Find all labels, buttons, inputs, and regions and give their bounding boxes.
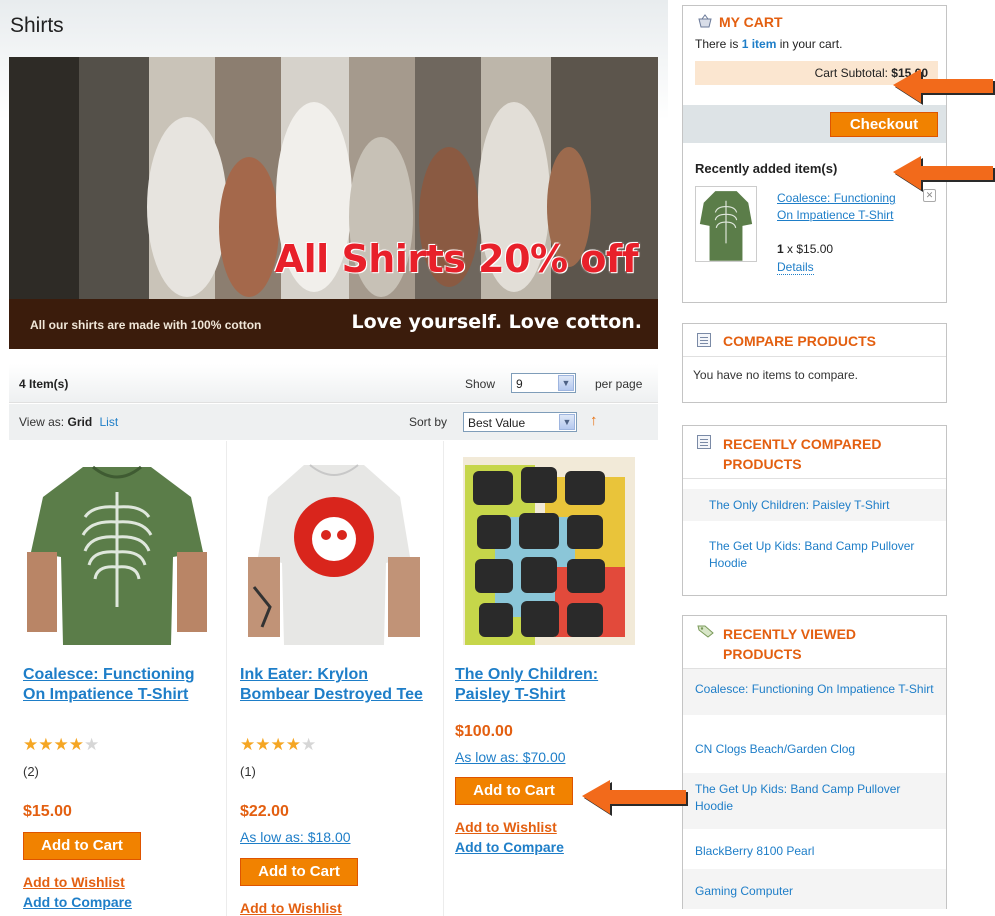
product-name-link[interactable]: Coalesce: Functioning On Impatience T-Sh… <box>23 665 203 705</box>
view-mode: View as: Grid List <box>19 415 118 429</box>
rating-stars: ★★★★★ <box>240 735 316 755</box>
recently-viewed-header: RECENTLY VIEWED PRODUCTS <box>683 616 946 669</box>
star-empty-icon: ★ <box>300 735 317 754</box>
product-image[interactable] <box>23 457 211 645</box>
as-low-as-link[interactable]: As low as: $18.00 <box>240 829 351 845</box>
sort-value: Best Value <box>468 416 526 430</box>
recently-compared-title: RECENTLY COMPARED PRODUCTS <box>723 436 882 472</box>
view-list-link[interactable]: List <box>100 415 119 429</box>
main-column: Shirts All Shirts 20% off All our shirts… <box>0 0 668 916</box>
add-to-wishlist-link[interactable]: Add to Wishlist <box>240 900 342 916</box>
recently-compared-header: RECENTLY COMPARED PRODUCTS <box>683 426 946 479</box>
compare-products-header: COMPARE PRODUCTS <box>683 324 946 357</box>
recently-viewed-link[interactable]: Coalesce: Functioning On Impatience T-Sh… <box>695 682 934 696</box>
star-icon: ★★★★ <box>240 735 301 754</box>
recently-viewed-link[interactable]: CN Clogs Beach/Garden Clog <box>695 742 855 756</box>
cart-subtotal-label: Cart Subtotal: <box>814 66 888 80</box>
list-item: The Get Up Kids: Band Camp Pullover Hood… <box>683 773 946 829</box>
recent-item-qty-value: 1 <box>777 242 784 256</box>
cart-actions: Checkout <box>683 105 946 143</box>
checkout-button[interactable]: Checkout <box>830 112 938 137</box>
sort-select[interactable]: Best Value ▼ <box>463 412 577 432</box>
add-to-compare-link[interactable]: Add to Compare <box>23 894 132 910</box>
recently-viewed-link[interactable]: BlackBerry 8100 Pearl <box>695 844 814 858</box>
product-image[interactable] <box>455 457 643 645</box>
tag-icon <box>697 625 714 638</box>
review-count-link[interactable]: (1) <box>240 764 256 779</box>
product-name-link[interactable]: Ink Eater: Krylon Bombear Destroyed Tee <box>240 665 425 705</box>
list-item: Coalesce: Functioning On Impatience T-Sh… <box>683 669 946 715</box>
review-count-link[interactable]: (2) <box>23 764 39 779</box>
as-low-as-link[interactable]: As low as: $70.00 <box>455 749 566 765</box>
recently-viewed-block: RECENTLY VIEWED PRODUCTS Coalesce: Funct… <box>682 615 947 909</box>
view-as-label: View as: <box>19 415 65 429</box>
item-count: 4 Item(s) <box>19 377 69 391</box>
recently-compared-link[interactable]: The Get Up Kids: Band Camp Pullover Hood… <box>709 539 914 570</box>
recent-item-qty: 1 x $15.00 <box>777 242 833 256</box>
mini-cart-summary: There is 1 item in your cart. <box>695 37 842 51</box>
recent-item-qty-price: x $15.00 <box>787 242 834 256</box>
add-to-wishlist-link[interactable]: Add to Wishlist <box>455 819 557 835</box>
toolbar-pager: 4 Item(s) Show 9 ▼ per page <box>9 364 658 403</box>
add-to-cart-button[interactable]: Add to Cart <box>240 858 358 886</box>
per-page-label: per page <box>595 377 643 391</box>
star-icon: ★★★★ <box>23 735 84 754</box>
compare-products-block: COMPARE PRODUCTS You have no items to co… <box>682 323 947 403</box>
recent-item-thumbnail[interactable] <box>695 186 757 262</box>
toolbar-sorter: View as: Grid List Sort by Best Value ▼ … <box>9 404 658 440</box>
list-item: The Only Children: Paisley T-Shirt <box>683 489 946 521</box>
per-page-value: 9 <box>516 377 523 391</box>
annotation-arrow-icon <box>582 780 688 816</box>
view-grid-current: Grid <box>67 415 93 429</box>
add-to-cart-button[interactable]: Add to Cart <box>455 777 573 805</box>
sort-label: Sort by <box>409 415 448 429</box>
compare-products-title: COMPARE PRODUCTS <box>723 333 876 349</box>
chevron-down-icon: ▼ <box>559 414 575 430</box>
product-price: $22.00 <box>240 803 289 820</box>
recent-item-name-link[interactable]: Coalesce: Functioning On Impatience T-Sh… <box>777 190 907 224</box>
list-item: CN Clogs Beach/Garden Clog <box>683 715 946 773</box>
chevron-down-icon: ▼ <box>558 375 574 391</box>
product-name-link[interactable]: The Only Children: Paisley T-Shirt <box>455 665 640 705</box>
page-title: Shirts <box>10 14 64 37</box>
add-to-wishlist-link[interactable]: Add to Wishlist <box>23 874 125 890</box>
promo-banner[interactable]: All Shirts 20% off All our shirts are ma… <box>9 57 658 349</box>
product-grid: Coalesce: Functioning On Impatience T-Sh… <box>9 441 658 916</box>
banner-footer-right: Love yourself. Love cotton. <box>351 311 642 333</box>
recently-compared-block: RECENTLY COMPARED PRODUCTS The Only Chil… <box>682 425 947 596</box>
cart-text-after: in your cart. <box>776 37 843 51</box>
banner-headline: All Shirts 20% off <box>274 237 639 281</box>
list-icon <box>697 333 711 347</box>
recently-viewed-link[interactable]: The Get Up Kids: Band Camp Pullover Hood… <box>695 782 900 813</box>
basket-icon <box>698 14 712 28</box>
mini-cart-title: MY CART <box>719 14 783 30</box>
recent-item-details-link[interactable]: Details <box>777 260 814 275</box>
product-price: $100.00 <box>455 723 513 740</box>
recently-compared-link[interactable]: The Only Children: Paisley T-Shirt <box>709 498 890 512</box>
cart-item-count-link[interactable]: 1 item <box>742 37 777 51</box>
compare-empty-note: You have no items to compare. <box>693 368 858 382</box>
add-to-cart-button[interactable]: Add to Cart <box>23 832 141 860</box>
show-label: Show <box>465 377 496 391</box>
annotation-arrow-icon <box>893 156 995 192</box>
product-image[interactable] <box>240 457 428 645</box>
banner-footer-left: All our shirts are made with 100% cotton <box>30 318 262 332</box>
product-price: $15.00 <box>23 803 72 820</box>
recently-viewed-title: RECENTLY VIEWED PRODUCTS <box>723 626 857 662</box>
star-empty-icon: ★ <box>83 735 100 754</box>
list-item: BlackBerry 8100 Pearl <box>683 829 946 869</box>
add-to-compare-link[interactable]: Add to Compare <box>455 839 564 855</box>
list-icon <box>697 435 711 449</box>
per-page-select[interactable]: 9 ▼ <box>511 373 576 393</box>
list-item: Gaming Computer <box>683 869 946 909</box>
recently-viewed-link[interactable]: Gaming Computer <box>695 884 793 898</box>
annotation-arrow-icon <box>893 69 995 105</box>
list-item: The Get Up Kids: Band Camp Pullover Hood… <box>683 532 946 584</box>
cart-text-before: There is <box>695 37 742 51</box>
recently-added-title: Recently added item(s) <box>695 161 838 176</box>
sort-direction-icon[interactable]: ↑ <box>590 412 598 429</box>
rating-stars: ★★★★★ <box>23 735 99 755</box>
